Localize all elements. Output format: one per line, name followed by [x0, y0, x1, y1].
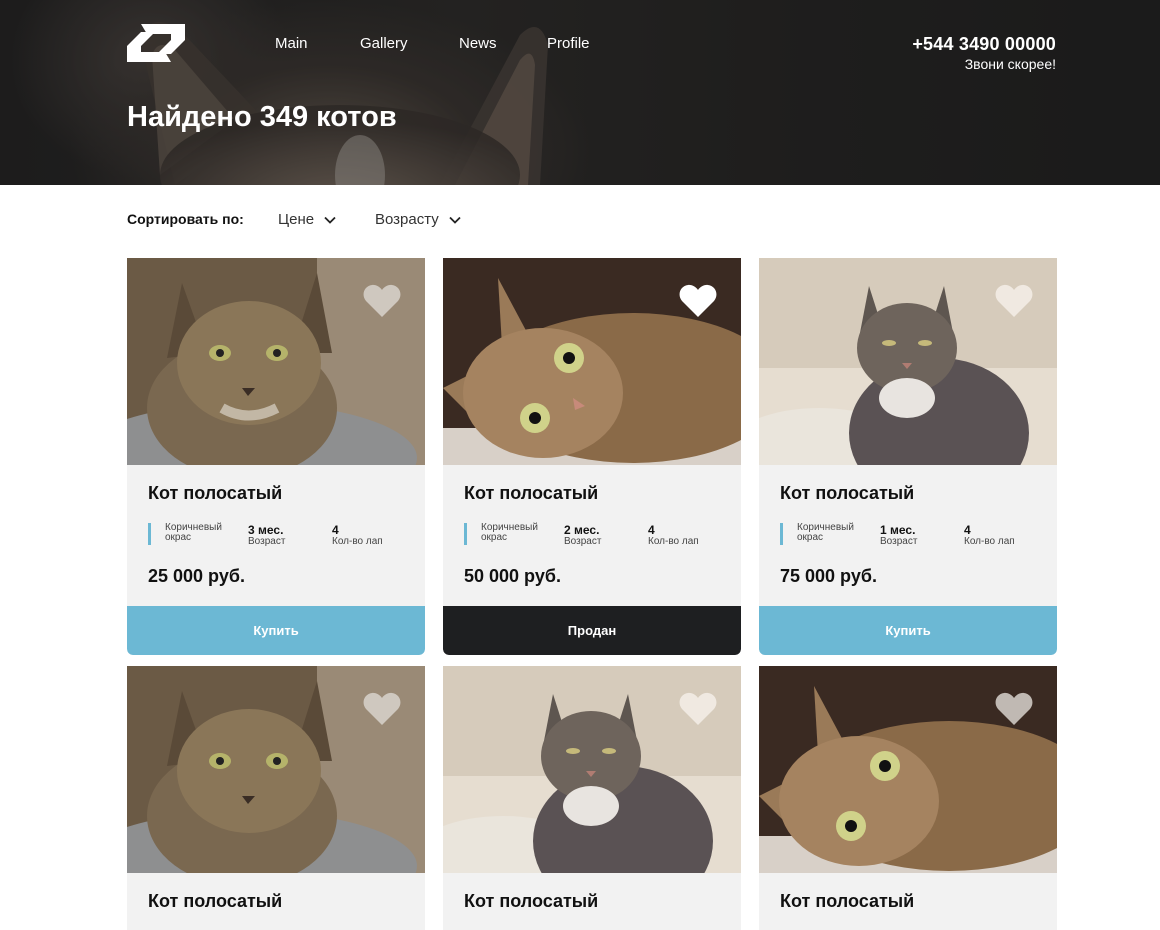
card-info: Кот полосатый Коричневый окрас 2 мес. Во…: [443, 465, 741, 606]
cat-price: 75 000 руб.: [780, 566, 877, 586]
cat-title: Кот полосатый: [464, 483, 599, 503]
cat-age: 1 мес.: [880, 523, 916, 537]
logo-icon[interactable]: [127, 24, 185, 62]
sort-label: Сортировать по:: [127, 211, 244, 227]
spec-accent: [464, 523, 467, 545]
cat-card: Кот полосатый Коричневый окрас 1 мес. Во…: [759, 258, 1057, 655]
card-info: Кот полосатый Коричневый окрас 3 мес. Во…: [127, 465, 425, 606]
page-title: Найдено 349 котов: [127, 101, 397, 133]
cat-color: Коричневый окрас: [165, 522, 222, 543]
nav-news[interactable]: News: [459, 35, 497, 52]
card-info: Кот полосатый: [443, 873, 741, 930]
heart-icon[interactable]: [995, 284, 1033, 318]
cat-photo[interactable]: [127, 666, 425, 873]
cat-card: Кот полосатый: [443, 666, 741, 930]
cat-age: 3 мес.: [248, 523, 284, 537]
cat-photo[interactable]: [759, 258, 1057, 465]
phone-caption: Звони скорее!: [964, 56, 1056, 72]
cat-card: Кот полосатый Коричневый окрас 2 мес. Во…: [443, 258, 741, 655]
sort-bar: Сортировать по:: [127, 211, 244, 227]
cat-title: Кот полосатый: [148, 891, 283, 911]
cat-price: 25 000 руб.: [148, 566, 245, 586]
sort-by-age[interactable]: Возрасту: [375, 211, 461, 228]
cat-paws-label: Кол-во лап: [332, 536, 383, 547]
contact-block: +544 3490 00000 Звони скорее!: [912, 34, 1056, 72]
cat-paws: 4: [648, 523, 655, 537]
cat-card: Кот полосатый: [127, 666, 425, 930]
heart-icon[interactable]: [679, 692, 717, 726]
cat-title: Кот полосатый: [780, 891, 915, 911]
card-info: Кот полосатый Коричневый окрас 1 мес. Во…: [759, 465, 1057, 606]
cat-title: Кот полосатый: [464, 891, 599, 911]
cat-title: Кот полосатый: [780, 483, 915, 503]
sort-option-label: Цене: [278, 211, 315, 228]
cat-photo[interactable]: [443, 258, 741, 465]
cat-title: Кот полосатый: [148, 483, 283, 503]
card-info: Кот полосатый: [127, 873, 425, 930]
cat-age-label: Возраст: [248, 536, 286, 547]
heart-icon[interactable]: [363, 692, 401, 726]
nav-main[interactable]: Main: [275, 35, 308, 52]
nav-gallery[interactable]: Gallery: [360, 35, 408, 52]
cat-color: Коричневый окрас: [481, 522, 538, 543]
spec-accent: [148, 523, 151, 545]
cat-paws: 4: [964, 523, 971, 537]
cat-specs: Коричневый окрас 1 мес. Возраст 4 Кол-во…: [780, 523, 1036, 547]
cat-paws-label: Кол-во лап: [648, 536, 699, 547]
buy-button[interactable]: Купить: [759, 606, 1057, 655]
cat-photo[interactable]: [127, 258, 425, 465]
cat-paws-label: Кол-во лап: [964, 536, 1015, 547]
cat-card: Кот полосатый Коричневый окрас 3 мес. Во…: [127, 258, 425, 655]
sold-button[interactable]: Продан: [443, 606, 741, 655]
sort-by-price[interactable]: Цене: [278, 211, 336, 228]
cat-paws: 4: [332, 523, 339, 537]
cat-color: Коричневый окрас: [797, 522, 854, 543]
cat-card: Кот полосатый: [759, 666, 1057, 930]
chevron-down-icon: [449, 216, 461, 224]
heart-icon[interactable]: [679, 284, 717, 318]
buy-button[interactable]: Купить: [127, 606, 425, 655]
cat-age-label: Возраст: [564, 536, 602, 547]
cat-price: 50 000 руб.: [464, 566, 561, 586]
heart-icon[interactable]: [995, 692, 1033, 726]
cat-photo[interactable]: [759, 666, 1057, 873]
card-info: Кот полосатый: [759, 873, 1057, 930]
sort-option-label: Возрасту: [375, 211, 439, 228]
cat-specs: Коричневый окрас 3 мес. Возраст 4 Кол-во…: [148, 523, 404, 547]
cat-specs: Коричневый окрас 2 мес. Возраст 4 Кол-во…: [464, 523, 720, 547]
heart-icon[interactable]: [363, 284, 401, 318]
nav-profile[interactable]: Profile: [547, 35, 590, 52]
spec-accent: [780, 523, 783, 545]
cat-age: 2 мес.: [564, 523, 600, 537]
chevron-down-icon: [324, 216, 336, 224]
cat-photo[interactable]: [443, 666, 741, 873]
phone-number[interactable]: +544 3490 00000: [912, 34, 1056, 55]
cat-age-label: Возраст: [880, 536, 918, 547]
